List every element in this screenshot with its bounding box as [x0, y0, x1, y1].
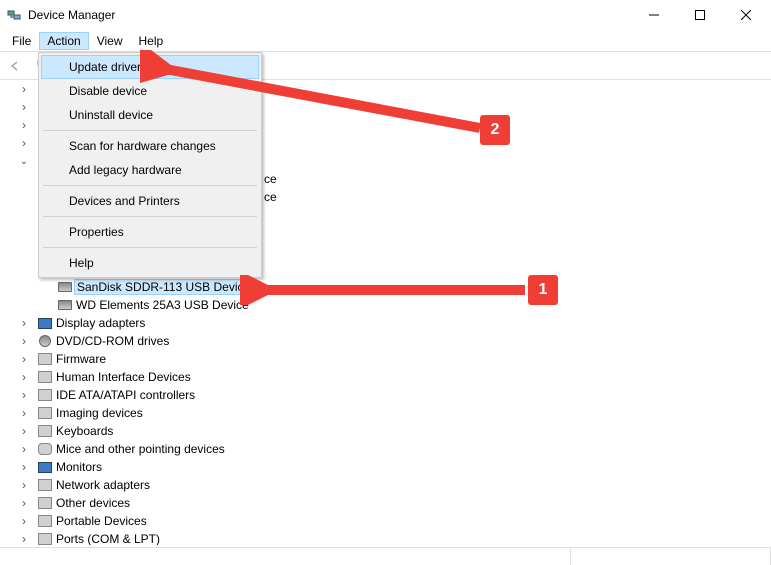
tree-item-label: Network adapters: [54, 478, 150, 492]
dd-separator: [43, 185, 257, 186]
dd-help[interactable]: Help: [41, 251, 259, 275]
menu-file[interactable]: File: [4, 32, 39, 50]
statusbar-section: [0, 548, 571, 565]
statusbar: [0, 547, 771, 565]
expand-icon[interactable]: [18, 442, 30, 456]
other-icon: [36, 497, 54, 509]
monitor-icon: [36, 462, 54, 473]
tree-row-display-adapters[interactable]: Display adapters: [18, 314, 767, 332]
portable-icon: [36, 515, 54, 527]
keyboard-icon: [36, 425, 54, 437]
tree-row-firmware[interactable]: Firmware: [18, 350, 767, 368]
tree-item-label: Imaging devices: [54, 406, 143, 420]
hid-icon: [36, 371, 54, 383]
menubar: File Action View Help: [0, 30, 771, 52]
expand-icon[interactable]: [18, 532, 30, 545]
tree-item-label: Portable Devices: [54, 514, 147, 528]
expand-icon[interactable]: [18, 496, 30, 510]
mouse-icon: [36, 443, 54, 455]
tree-row-ports[interactable]: Ports (COM & LPT): [18, 530, 767, 545]
tree-item-label: Display adapters: [54, 316, 145, 330]
app-icon: [6, 7, 22, 23]
tree-item-label: Firmware: [54, 352, 106, 366]
tree-row-imaging[interactable]: Imaging devices: [18, 404, 767, 422]
back-button[interactable]: [4, 55, 26, 77]
tree-item-label: Keyboards: [54, 424, 113, 438]
tree-row-network[interactable]: Network adapters: [18, 476, 767, 494]
imaging-icon: [36, 407, 54, 419]
titlebar: Device Manager: [0, 0, 771, 30]
dd-separator: [43, 247, 257, 248]
dd-separator: [43, 216, 257, 217]
menu-action[interactable]: Action: [39, 32, 88, 50]
annotation-arrow-2: [140, 50, 520, 150]
tree-row-mice[interactable]: Mice and other pointing devices: [18, 440, 767, 458]
tree-row-ide[interactable]: IDE ATA/ATAPI controllers: [18, 386, 767, 404]
expand-icon[interactable]: [18, 424, 30, 438]
maximize-button[interactable]: [677, 0, 723, 30]
dd-properties[interactable]: Properties: [41, 220, 259, 244]
disk-icon: [56, 300, 74, 310]
tree-row-keyboards[interactable]: Keyboards: [18, 422, 767, 440]
tree-item-label: ce: [262, 190, 277, 204]
tree-row-other[interactable]: Other devices: [18, 494, 767, 512]
menu-help[interactable]: Help: [131, 32, 172, 50]
tree-item-label: SanDisk SDDR-113 USB Device: [74, 279, 253, 295]
window-buttons: [631, 0, 769, 30]
tree-item-label: Ports (COM & LPT): [54, 532, 160, 545]
annotation-badge-1: 1: [528, 275, 558, 305]
network-icon: [36, 479, 54, 491]
dd-devices-printers[interactable]: Devices and Printers: [41, 189, 259, 213]
disk-icon: [56, 282, 74, 292]
ide-icon: [36, 389, 54, 401]
tree-item-label: DVD/CD-ROM drives: [54, 334, 169, 348]
minimize-button[interactable]: [631, 0, 677, 30]
annotation-badge-2: 2: [480, 115, 510, 145]
tree-item-label: Other devices: [54, 496, 130, 510]
display-icon: [36, 318, 54, 329]
annotation-arrow-1: [240, 275, 540, 305]
ports-icon: [36, 533, 54, 545]
firmware-icon: [36, 353, 54, 365]
expand-icon[interactable]: [18, 82, 30, 96]
dvd-icon: [36, 335, 54, 347]
close-button[interactable]: [723, 0, 769, 30]
expand-icon[interactable]: [18, 370, 30, 384]
tree-item-label: Mice and other pointing devices: [54, 442, 225, 456]
expand-icon[interactable]: [18, 388, 30, 402]
expand-icon[interactable]: [18, 316, 30, 330]
tree-row-dvd[interactable]: DVD/CD-ROM drives: [18, 332, 767, 350]
expand-icon[interactable]: [18, 406, 30, 420]
tree-row-portable[interactable]: Portable Devices: [18, 512, 767, 530]
tree-row-hid[interactable]: Human Interface Devices: [18, 368, 767, 386]
expand-icon[interactable]: [18, 352, 30, 366]
statusbar-section: [571, 548, 771, 565]
expand-icon[interactable]: [18, 118, 30, 132]
tree-item-label: IDE ATA/ATAPI controllers: [54, 388, 195, 402]
expand-icon[interactable]: [18, 460, 30, 474]
menu-view[interactable]: View: [89, 32, 131, 50]
expand-icon[interactable]: [18, 478, 30, 492]
tree-item-label: WD Elements 25A3 USB Device: [74, 298, 249, 312]
expand-icon[interactable]: [18, 136, 30, 150]
expand-icon[interactable]: [18, 100, 30, 114]
dd-add-legacy[interactable]: Add legacy hardware: [41, 158, 259, 182]
tree-item-label: Human Interface Devices: [54, 370, 191, 384]
tree-row-monitors[interactable]: Monitors: [18, 458, 767, 476]
window-title: Device Manager: [28, 8, 631, 22]
tree-item-label: ce: [262, 172, 277, 186]
tree-item-label: Monitors: [54, 460, 102, 474]
expand-icon[interactable]: [18, 514, 30, 528]
expand-icon[interactable]: [18, 334, 30, 348]
expand-icon[interactable]: [18, 156, 30, 167]
